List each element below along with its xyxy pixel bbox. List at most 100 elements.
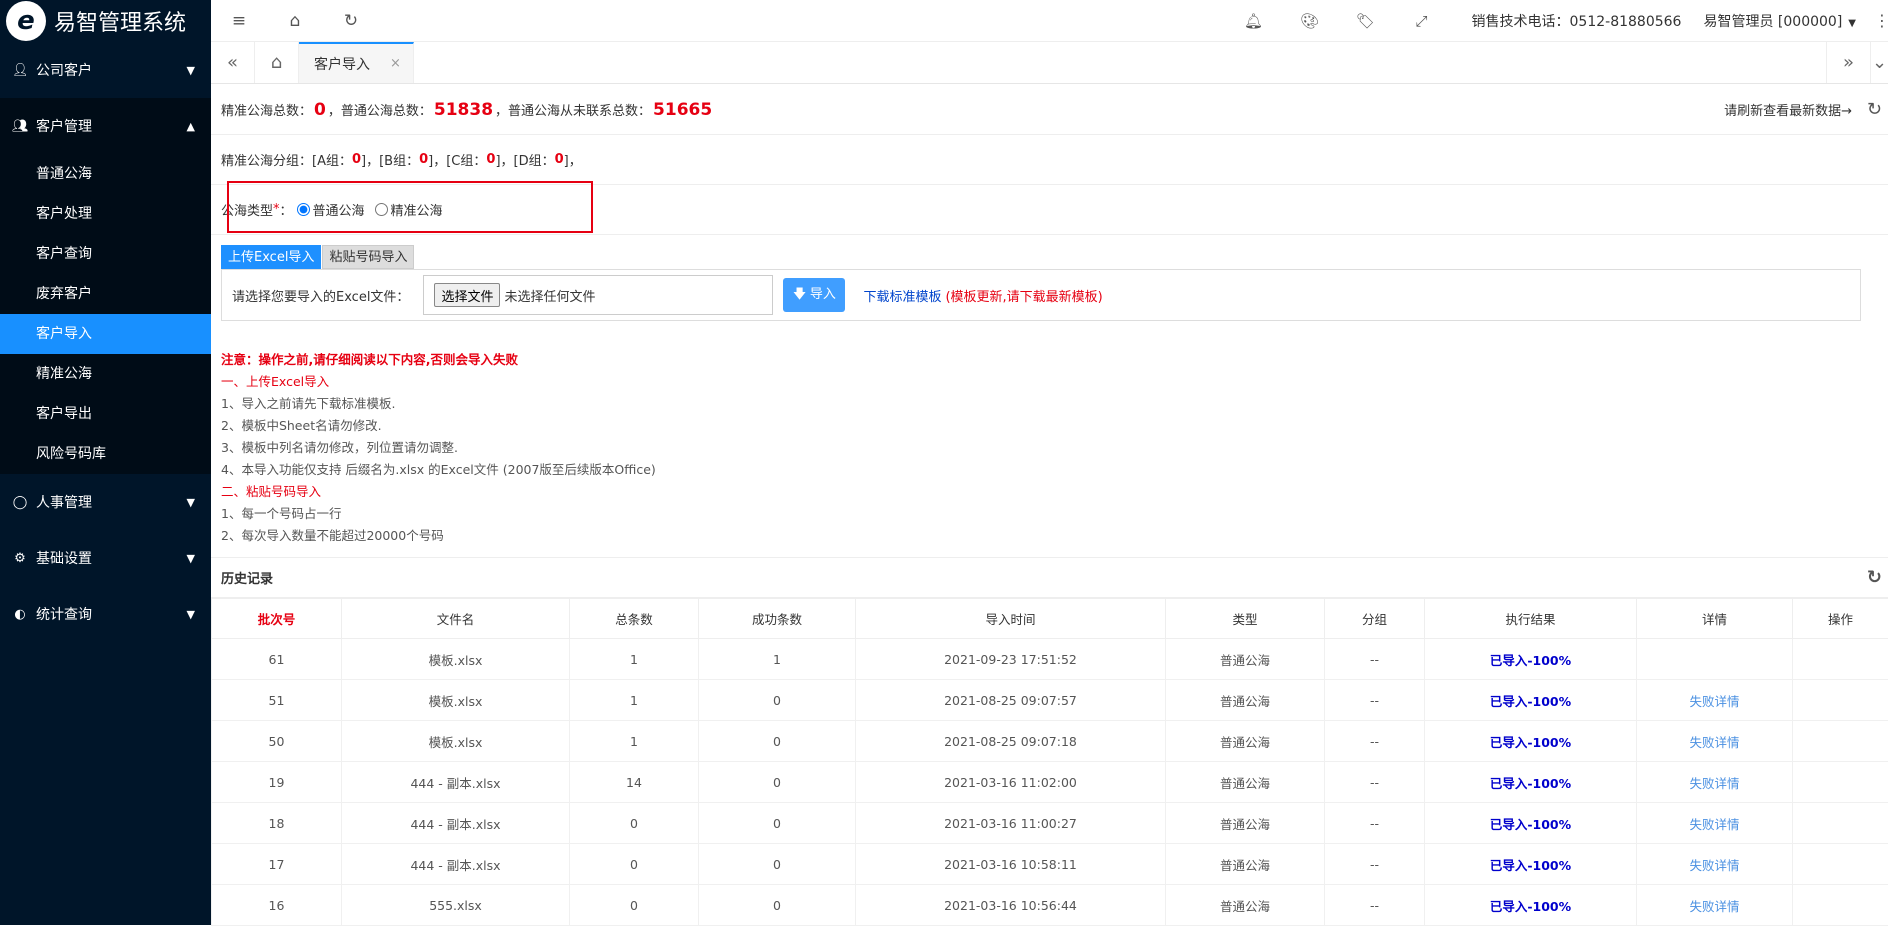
cell-group: --: [1325, 844, 1425, 885]
fail-detail-link[interactable]: 失败详情: [1637, 885, 1793, 926]
sidebar-item-risk-numbers[interactable]: 风险号码库: [0, 434, 211, 474]
summary-value-normal: 51838: [434, 100, 493, 120]
summary-value-precise: 0: [314, 100, 326, 120]
cell-file: 模板.xlsx: [342, 680, 570, 721]
refresh-icon[interactable]: ↻: [1867, 99, 1882, 120]
history-title: 历史记录: [221, 568, 273, 587]
users-icon: 👥︎: [12, 119, 28, 134]
tab-customer-import[interactable]: 客户导入 ×: [299, 42, 414, 83]
cell-file: 444 - 副本.xlsx: [342, 844, 570, 885]
cell-type: 普通公海: [1166, 680, 1325, 721]
cell-action: [1793, 680, 1888, 721]
gear-icon: ⚙: [12, 551, 28, 566]
group-a-label: [A组：: [312, 150, 352, 169]
sea-type-row: 公海类型*： 普通公海 精准公海: [211, 185, 1888, 235]
import-button-label: 导入: [810, 286, 836, 301]
col-batch[interactable]: 批次号: [212, 599, 342, 639]
cell-action: [1793, 885, 1888, 926]
tab-dropdown-icon[interactable]: ⌄: [1870, 42, 1888, 83]
col-action: 操作: [1793, 599, 1888, 639]
choose-file-button[interactable]: 选择文件: [434, 283, 500, 307]
sidebar-item-discarded-customers[interactable]: 废弃客户: [0, 274, 211, 314]
cell-total: 0: [570, 844, 699, 885]
group-separator: ]，: [564, 150, 582, 169]
menu-group-statistics[interactable]: ◐ 统计查询 ▼: [0, 586, 211, 642]
col-group: 分组: [1325, 599, 1425, 639]
cell-detail: [1637, 639, 1793, 680]
sales-phone: 销售技术电话：0512-81880566: [1472, 11, 1682, 31]
col-total: 总条数: [570, 599, 699, 639]
menu-fold-icon[interactable]: ≡: [211, 11, 267, 31]
cell-success: 0: [699, 680, 856, 721]
menu-group-customer-management[interactable]: 👥︎ 客户管理 ▲: [0, 98, 211, 154]
app-title: 易智管理系统: [54, 5, 186, 37]
admin-menu[interactable]: 易智管理员 [000000]▼: [1703, 11, 1856, 31]
col-success: 成功条数: [699, 599, 856, 639]
fail-detail-link[interactable]: 失败详情: [1637, 680, 1793, 721]
group-separator: ]，: [361, 150, 379, 169]
download-template-link[interactable]: 下载标准模板: [863, 286, 941, 305]
cell-type: 普通公海: [1166, 762, 1325, 803]
table-row: 51 模板.xlsx 1 0 2021-08-25 09:07:57 普通公海 …: [212, 680, 1888, 721]
sidebar-item-precise-sea[interactable]: 精准公海: [0, 354, 211, 394]
cell-success: 0: [699, 721, 856, 762]
import-tabs: 上传Excel导入 粘贴号码导入: [221, 245, 1888, 269]
home-icon[interactable]: ⌂: [267, 11, 323, 31]
cell-time: 2021-08-25 09:07:18: [856, 721, 1166, 762]
logo-icon: e: [6, 1, 46, 41]
cell-group: --: [1325, 885, 1425, 926]
menu-group-company-customers[interactable]: 👤︎ 公司客户 ▼: [0, 42, 211, 98]
tab-label: 客户导入: [314, 54, 370, 74]
cell-file: 555.xlsx: [342, 885, 570, 926]
cell-time: 2021-03-16 11:00:27: [856, 803, 1166, 844]
cell-result: 已导入-100%: [1425, 680, 1637, 721]
sidebar-item-customer-query[interactable]: 客户查询: [0, 234, 211, 274]
group-separator: ]，: [495, 150, 513, 169]
sidebar-item-public-sea[interactable]: 普通公海: [0, 154, 211, 194]
cell-action: [1793, 721, 1888, 762]
cell-result: 已导入-100%: [1425, 762, 1637, 803]
fail-detail-link[interactable]: 失败详情: [1637, 803, 1793, 844]
fail-detail-link[interactable]: 失败详情: [1637, 721, 1793, 762]
import-button[interactable]: 🡇 导入: [783, 278, 845, 312]
cell-result: 已导入-100%: [1425, 803, 1637, 844]
fullscreen-icon[interactable]: ⤢: [1394, 12, 1450, 30]
history-refresh-icon[interactable]: ↻: [1867, 567, 1882, 588]
col-filename: 文件名: [342, 599, 570, 639]
chart-icon: ◐: [12, 607, 28, 622]
refresh-icon[interactable]: ↻: [323, 11, 379, 31]
sidebar-item-customer-export[interactable]: 客户导出: [0, 394, 211, 434]
bell-icon[interactable]: 🔔︎: [1226, 12, 1282, 30]
refresh-hint: 请刷新查看最新数据→: [1724, 100, 1852, 119]
menu-group-label: 公司客户: [36, 60, 92, 80]
notes-section-1: 一、上传Excel导入: [221, 371, 1888, 393]
menu-group-basic-settings[interactable]: ⚙ 基础设置 ▼: [0, 530, 211, 586]
app-logo[interactable]: e 易智管理系统: [0, 0, 211, 42]
tab-paste-numbers[interactable]: 粘贴号码导入: [322, 245, 414, 269]
fail-detail-link[interactable]: 失败详情: [1637, 844, 1793, 885]
palette-icon[interactable]: 🎨︎: [1282, 12, 1338, 30]
cell-type: 普通公海: [1166, 885, 1325, 926]
cell-total: 1: [570, 639, 699, 680]
tab-scroll-right-icon[interactable]: »: [1826, 42, 1870, 83]
col-result: 执行结果: [1425, 599, 1637, 639]
group-c-value: 0: [486, 152, 495, 167]
more-vertical-icon[interactable]: ⋮: [1874, 11, 1888, 30]
cell-file: 模板.xlsx: [342, 639, 570, 680]
tab-home-icon[interactable]: ⌂: [255, 42, 299, 83]
fail-detail-link[interactable]: 失败详情: [1637, 762, 1793, 803]
sidebar-item-customer-handling[interactable]: 客户处理: [0, 194, 211, 234]
table-row: 16 555.xlsx 0 0 2021-03-16 10:56:44 普通公海…: [212, 885, 1888, 926]
file-input[interactable]: 选择文件 未选择任何文件: [423, 275, 773, 315]
customer-management-submenu: 普通公海 客户处理 客户查询 废弃客户 客户导入 精准公海 客户导出 风险号码库: [0, 154, 211, 474]
close-icon[interactable]: ×: [390, 56, 401, 71]
cell-group: --: [1325, 721, 1425, 762]
sidebar-item-customer-import[interactable]: 客户导入: [0, 314, 211, 354]
tab-upload-excel[interactable]: 上传Excel导入: [221, 245, 321, 269]
tag-icon[interactable]: 🏷︎: [1338, 12, 1394, 30]
tab-scroll-left-icon[interactable]: «: [211, 42, 255, 83]
cell-time: 2021-03-16 10:58:11: [856, 844, 1166, 885]
cell-batch: 50: [212, 721, 342, 762]
menu-group-hr[interactable]: ◯ 人事管理 ▼: [0, 474, 211, 530]
history-table: 批次号 文件名 总条数 成功条数 导入时间 类型 分组 执行结果 详情 操作 6…: [211, 598, 1888, 926]
